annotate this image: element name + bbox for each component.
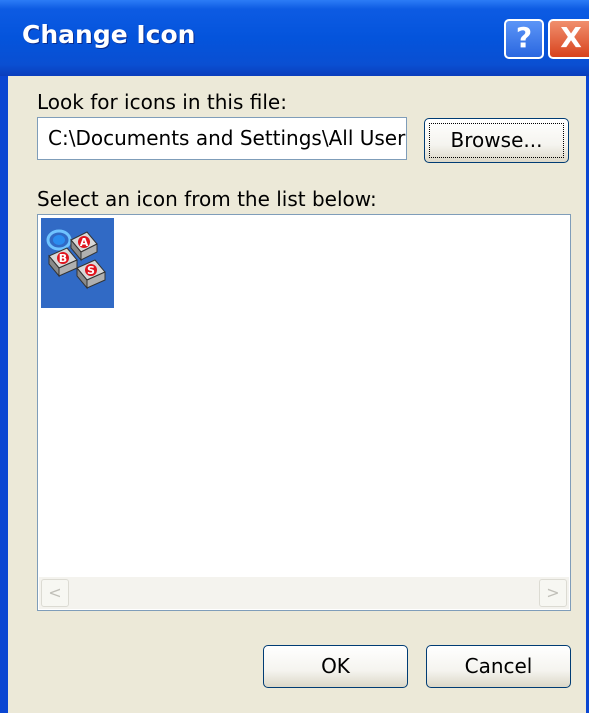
close-button[interactable]: X [548,19,589,59]
icon-letter-a: A [80,236,89,249]
browse-button[interactable]: Browse... [424,118,569,163]
icon-list-box[interactable]: B A S < > [37,214,571,611]
help-button[interactable]: ? [504,19,544,59]
icon-list-item[interactable]: B A S [41,218,114,308]
icon-letter-b: B [59,252,67,265]
focus-rectangle [429,123,564,158]
title-bar[interactable]: Change Icon ? X [0,0,589,76]
change-icon-dialog: Change Icon ? X Look for icons in this f… [0,0,589,713]
look-for-icons-label: Look for icons in this file: [37,90,287,114]
abc-blocks-icon: B A S [46,229,106,290]
select-icon-label: Select an icon from the list below: [37,187,377,211]
scroll-left-arrow-icon[interactable]: < [41,579,69,607]
scroll-right-arrow-icon[interactable]: > [539,579,567,607]
horizontal-scrollbar[interactable]: < > [39,577,569,609]
cancel-button[interactable]: Cancel [426,645,571,688]
ok-button[interactable]: OK [263,645,408,688]
icon-letter-s: S [87,264,95,277]
dialog-title: Change Icon [22,20,196,49]
icon-file-path-input[interactable]: C:\Documents and Settings\All Users [37,117,407,160]
window-frame-left [0,76,8,713]
